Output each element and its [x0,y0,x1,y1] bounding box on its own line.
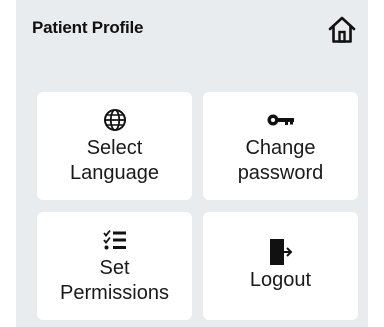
set-permissions-button[interactable]: Set Permissions [37,212,192,320]
tile-label: Set [99,256,130,279]
logout-button[interactable]: Logout [203,212,358,320]
key-icon [267,107,295,133]
logout-icon [269,239,293,265]
tile-label: Change [245,136,316,159]
home-button[interactable] [324,12,360,48]
checklist-icon [102,227,127,253]
select-language-button[interactable]: Select Language [37,92,192,200]
tile-label: Language [70,161,159,184]
globe-icon [103,107,127,133]
tile-label: Select [86,136,143,159]
page-title: Patient Profile [32,18,144,37]
tile-label: Logout [249,269,312,291]
tile-label: Permissions [60,281,169,304]
home-icon [328,16,356,43]
app-container: Patient Profile Select Language Change p… [16,0,368,327]
tile-label: password [237,161,324,184]
header: Patient Profile [16,0,368,64]
change-password-button[interactable]: Change password [203,92,358,200]
